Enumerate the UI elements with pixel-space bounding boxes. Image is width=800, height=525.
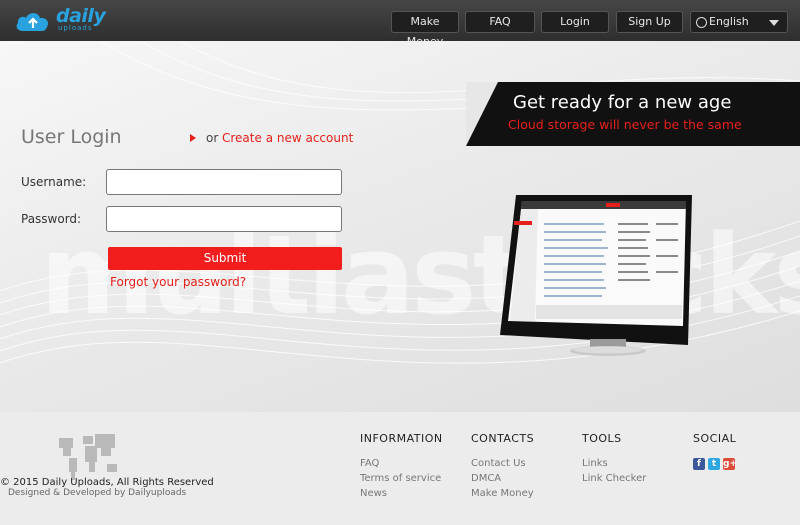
cloud-upload-icon xyxy=(16,13,49,31)
language-select[interactable]: English xyxy=(690,11,788,33)
banner-title: Get ready for a new age xyxy=(513,92,732,113)
globe-icon xyxy=(696,17,707,28)
arrow-right-icon xyxy=(190,134,196,142)
footer-link-make-money[interactable]: Make Money xyxy=(471,488,534,499)
nav-make-money-button[interactable]: Make Money xyxy=(391,11,459,48)
footer-link-terms[interactable]: Terms of service xyxy=(360,473,441,484)
footer-title-social: SOCIAL xyxy=(693,432,737,445)
username-label: Username: xyxy=(21,175,87,189)
chevron-down-icon xyxy=(769,20,779,26)
nav-login-button[interactable]: Login xyxy=(541,11,609,33)
banner-diagonal xyxy=(466,82,498,146)
login-title: User Login xyxy=(21,126,122,148)
top-navigation-bar: daily uploads Make Money FAQ Login Sign … xyxy=(0,0,800,48)
monitor-illustration xyxy=(500,195,692,356)
footer-title-contacts: CONTACTS xyxy=(471,432,535,445)
nav-signup-button[interactable]: Sign Up xyxy=(616,11,683,33)
footer: © 2015 Daily Uploads, All Rights Reserve… xyxy=(0,412,800,525)
submit-button[interactable]: Submit xyxy=(108,247,342,270)
facebook-icon[interactable]: f xyxy=(693,458,705,470)
footer-link-faq[interactable]: FAQ xyxy=(360,458,379,469)
logo-subtext: uploads xyxy=(58,24,93,32)
create-account-link[interactable]: Create a new account xyxy=(222,131,353,145)
copyright-text: © 2015 Daily Uploads, All Rights Reserve… xyxy=(0,477,214,488)
forgot-password-link[interactable]: Forgot your password? xyxy=(110,275,246,289)
nav-faq-button[interactable]: FAQ xyxy=(465,11,535,33)
password-label: Password: xyxy=(21,212,82,226)
google-plus-icon[interactable]: g+ xyxy=(723,458,737,470)
language-label: English xyxy=(709,15,749,28)
footer-title-tools: TOOLS xyxy=(582,432,622,445)
site-logo[interactable]: daily uploads xyxy=(14,5,110,34)
footer-link-links[interactable]: Links xyxy=(582,458,608,469)
password-input[interactable] xyxy=(106,206,342,232)
footer-link-dmca[interactable]: DMCA xyxy=(471,473,501,484)
username-input[interactable] xyxy=(106,169,342,195)
footer-link-link-checker[interactable]: Link Checker xyxy=(582,473,646,484)
or-text: or xyxy=(206,131,219,145)
footer-title-information: INFORMATION xyxy=(360,432,443,445)
footer-link-news[interactable]: News xyxy=(360,488,387,499)
footer-link-contact-us[interactable]: Contact Us xyxy=(471,458,526,469)
designed-by-text: Designed & Developed by Dailyuploads xyxy=(8,488,187,498)
banner-subtitle: Cloud storage will never be the same xyxy=(508,117,742,132)
twitter-icon[interactable]: t xyxy=(708,458,720,470)
